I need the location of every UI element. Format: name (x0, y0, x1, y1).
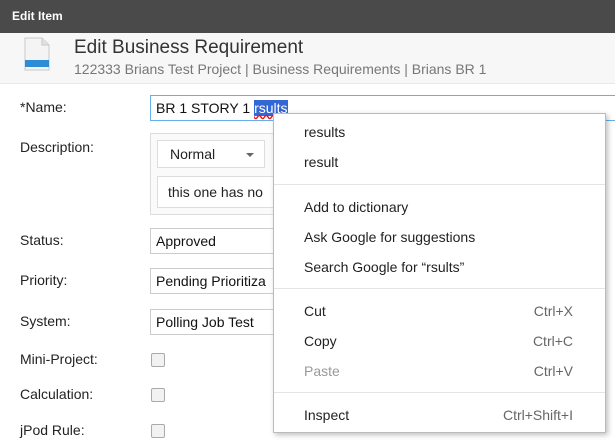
priority-select[interactable]: Pending Prioritiza (150, 268, 280, 294)
description-label: Description: (20, 139, 94, 155)
menu-separator (274, 184, 605, 185)
inspect-item[interactable]: Inspect Ctrl+Shift+I (274, 402, 605, 430)
format-value: Normal (170, 146, 216, 162)
window-title-bar: Edit Item (0, 0, 615, 33)
page-title: Edit Business Requirement (74, 37, 304, 58)
menu-label: Inspect (304, 407, 350, 423)
add-to-dictionary[interactable]: Add to dictionary (274, 194, 605, 222)
shortcut-label: Ctrl+Shift+I (502, 407, 573, 423)
suggestion-label: result (304, 154, 339, 170)
name-text: BR 1 STORY 1 (156, 100, 255, 116)
menu-label: Cut (304, 303, 326, 319)
cut-item[interactable]: Cut Ctrl+X (274, 298, 605, 326)
status-label: Status: (20, 232, 64, 248)
mini-project-label: Mini-Project: (20, 351, 98, 367)
format-dropdown[interactable]: Normal (157, 140, 265, 168)
jpod-rule-checkbox[interactable] (151, 424, 165, 438)
system-select[interactable]: Polling Job Test (150, 309, 280, 335)
menu-label: Search Google for “rsults” (304, 259, 465, 275)
paste-item[interactable]: Paste Ctrl+V (274, 358, 605, 386)
system-label: System: (20, 313, 71, 329)
page-header: Edit Business Requirement 122333 Brians … (0, 33, 615, 84)
window-title: Edit Item (12, 9, 63, 23)
suggestion-results[interactable]: results (274, 119, 605, 147)
mini-project-checkbox[interactable] (151, 353, 165, 367)
menu-label: Add to dictionary (304, 199, 409, 215)
context-menu: results result Add to dictionary Ask Goo… (273, 113, 606, 433)
name-label: *Name: (20, 99, 67, 115)
copy-item[interactable]: Copy Ctrl+C (274, 328, 605, 356)
menu-label: Copy (304, 333, 337, 349)
shortcut-label: Ctrl+V (533, 363, 573, 379)
search-google[interactable]: Search Google for “rsults” (274, 254, 605, 282)
breadcrumb: 122333 Brians Test Project | Business Re… (74, 61, 487, 77)
suggestion-label: results (304, 124, 346, 140)
menu-label: Paste (304, 363, 340, 379)
shortcut-label: Ctrl+C (532, 333, 573, 349)
jpod-rule-label: jPod Rule: (20, 422, 85, 438)
ask-google[interactable]: Ask Google for suggestions (274, 224, 605, 252)
status-select[interactable]: Approved (150, 228, 280, 254)
calculation-label: Calculation: (20, 386, 94, 402)
menu-separator (274, 392, 605, 393)
menu-label: Ask Google for suggestions (304, 229, 476, 245)
document-icon (24, 37, 50, 71)
dropdown-caret-icon (246, 153, 254, 157)
menu-separator (274, 288, 605, 289)
shortcut-label: Ctrl+X (533, 303, 573, 319)
suggestion-result[interactable]: result (274, 149, 605, 177)
priority-label: Priority: (20, 272, 68, 288)
calculation-checkbox[interactable] (151, 388, 165, 402)
